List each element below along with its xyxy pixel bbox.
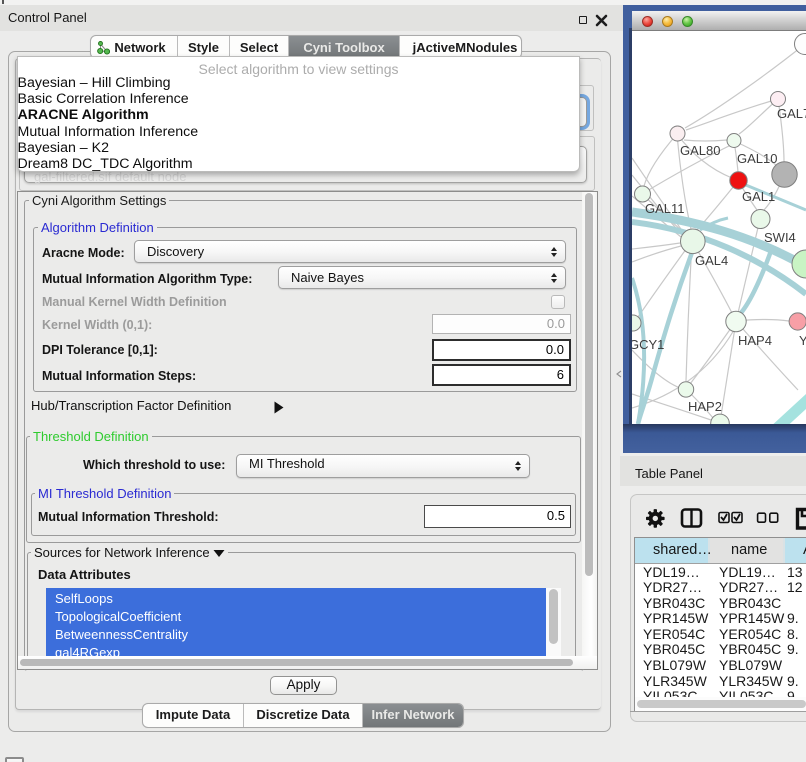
svg-text:GAL4: GAL4	[695, 253, 728, 268]
svg-text:HAP2: HAP2	[688, 399, 722, 414]
svg-text:GAL1: GAL1	[742, 189, 775, 204]
svg-text:GAL80: GAL80	[680, 143, 720, 158]
svg-text:GCY1: GCY1	[632, 337, 664, 352]
svg-text:HAP4: HAP4	[738, 333, 772, 348]
svg-text:GAL7: GAL7	[777, 106, 806, 121]
svg-text:SWI4: SWI4	[764, 230, 796, 245]
svg-text:Y: Y	[799, 333, 806, 348]
svg-text:GAL11: GAL11	[645, 201, 685, 216]
svg-text:GAL10: GAL10	[737, 151, 777, 166]
